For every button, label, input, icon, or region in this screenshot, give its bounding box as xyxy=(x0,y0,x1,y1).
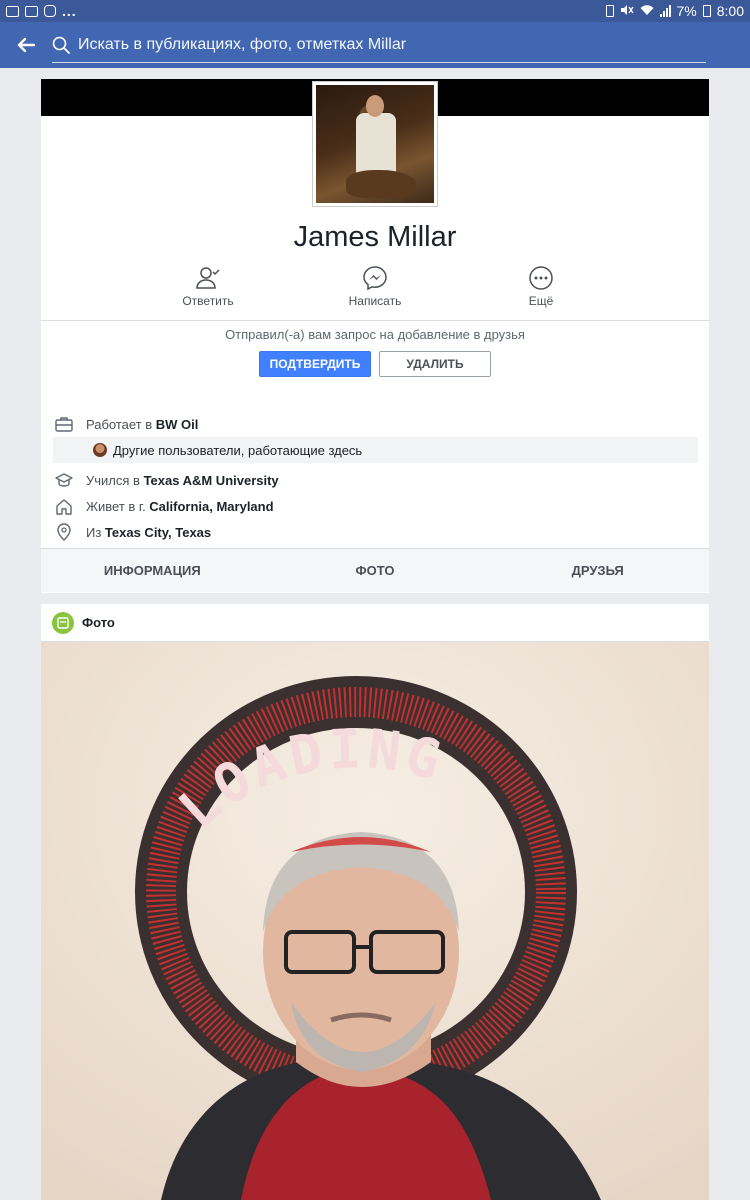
coworkers-label: Другие пользователи, работающие здесь xyxy=(113,442,363,458)
battery-percent: 7% xyxy=(676,3,697,19)
education-place[interactable]: Texas A&M University xyxy=(144,473,279,488)
hometown-row[interactable]: Из Texas City, Texas xyxy=(41,521,211,543)
photos-icon xyxy=(52,611,74,634)
photo-illustration: LOADING xyxy=(41,642,709,1200)
photos-card: Фото LOADING xyxy=(41,604,709,1200)
tab-photos[interactable]: ФОТО xyxy=(264,549,487,592)
search-icon xyxy=(52,36,78,54)
messenger-icon xyxy=(320,264,430,292)
app-bar: Искать в публикациях, фото, отметках Mil… xyxy=(0,22,750,68)
home-icon xyxy=(41,498,86,515)
briefcase-icon xyxy=(41,416,86,432)
delete-button[interactable]: УДАЛИТЬ xyxy=(379,351,491,377)
person-check-icon xyxy=(153,264,263,292)
work-prefix: Работает в xyxy=(86,416,156,432)
lives-row[interactable]: Живет в г. California, Maryland xyxy=(41,495,274,517)
coworker-avatar xyxy=(93,443,107,457)
mute-icon xyxy=(620,3,634,19)
friend-request-text: Отправил(-а) вам запрос на добавление в … xyxy=(225,327,525,342)
back-button[interactable] xyxy=(0,22,52,68)
wifi-icon xyxy=(640,3,654,19)
message-button[interactable]: Написать xyxy=(320,264,430,308)
search-placeholder: Искать в публикациях, фото, отметках Mil… xyxy=(78,35,407,53)
education-prefix: Учился в xyxy=(86,472,144,488)
back-arrow-icon xyxy=(17,37,35,53)
photos-title: Фото xyxy=(82,615,115,630)
work-place[interactable]: BW Oil xyxy=(156,417,199,432)
tab-friends[interactable]: ДРУЗЬЯ xyxy=(486,549,709,592)
status-bar: ... 7% 8:00 xyxy=(0,0,750,22)
reply-request-button[interactable]: Ответить xyxy=(153,264,263,308)
lives-prefix: Живет в г. xyxy=(86,498,150,514)
graduation-cap-icon xyxy=(41,472,86,488)
mail-notification-icon xyxy=(25,5,38,17)
reply-label: Ответить xyxy=(182,294,234,308)
profile-name: James Millar xyxy=(293,221,457,253)
battery-icon xyxy=(702,5,711,17)
coworkers-link[interactable]: Другие пользователи, работающие здесь xyxy=(53,437,698,463)
featured-photo[interactable]: LOADING xyxy=(41,642,709,1200)
location-pin-icon xyxy=(41,523,86,541)
message-label: Написать xyxy=(348,294,402,308)
hometown-place[interactable]: Texas City, Texas xyxy=(105,525,211,540)
profile-actions: Ответить Написать Ещё xyxy=(41,264,709,314)
gallery-notification-icon xyxy=(6,5,19,17)
education-row[interactable]: Учился в Texas A&M University xyxy=(41,469,279,491)
divider xyxy=(41,320,709,321)
profile-tabs: ИНФОРМАЦИЯ ФОТО ДРУЗЬЯ xyxy=(41,548,709,592)
more-label: Ещё xyxy=(528,294,554,308)
tab-info[interactable]: ИНФОРМАЦИЯ xyxy=(41,549,264,592)
work-row[interactable]: Работает в BW Oil xyxy=(41,413,198,435)
battery-saver-icon xyxy=(605,5,614,17)
more-icon xyxy=(486,264,596,292)
confirm-button[interactable]: ПОДТВЕРДИТЬ xyxy=(259,351,371,377)
profile-picture[interactable] xyxy=(312,81,438,207)
search-input[interactable]: Искать в публикациях, фото, отметках Mil… xyxy=(52,27,706,63)
more-button[interactable]: Ещё xyxy=(486,264,596,308)
clock: 8:00 xyxy=(716,3,744,19)
hometown-prefix: Из xyxy=(86,524,105,540)
more-notifications-icon: ... xyxy=(62,3,77,19)
lives-place[interactable]: California, Maryland xyxy=(149,499,273,514)
profile-card: James Millar Ответить Написать Ещё Отпра… xyxy=(41,79,709,593)
photos-header[interactable]: Фото xyxy=(41,604,709,642)
signal-icon xyxy=(659,5,671,17)
instagram-notification-icon xyxy=(44,5,56,17)
